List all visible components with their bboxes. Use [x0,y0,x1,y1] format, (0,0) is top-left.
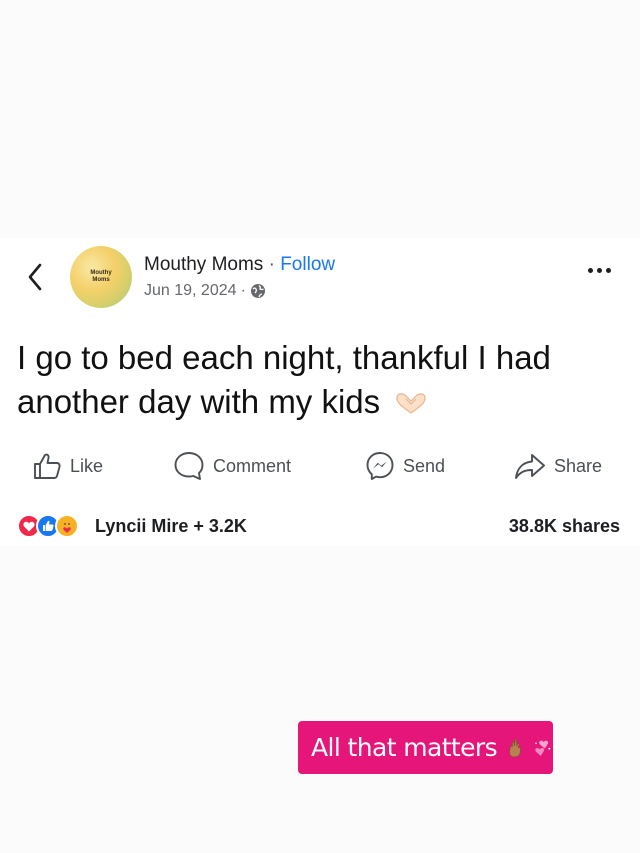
crossed-fingers-emoji [509,738,522,757]
meta-separator: · [240,282,246,299]
post-text: I go to bed each night, thankful I had a… [17,336,627,424]
post-card: Mouthy Moms Mouthy Moms · Follow Jun 19,… [0,238,640,546]
caption-text: All that matters [311,733,498,762]
more-dot-icon [588,268,593,273]
comment-button[interactable]: Comment [173,450,291,482]
share-count[interactable]: 38.8K shares [509,516,620,537]
chevron-left-icon [28,263,42,291]
avatar[interactable]: Mouthy Moms [70,246,132,308]
more-options-button[interactable] [588,268,611,273]
reaction-icons[interactable] [17,514,79,538]
author-name[interactable]: Mouthy Moms [144,254,263,275]
globe-icon [250,284,265,298]
caption-overlay: All that matters [298,721,553,774]
send-button[interactable]: Send [365,450,445,482]
action-bar: Like Comment Send Share [0,450,640,482]
messenger-icon [366,452,394,480]
back-button[interactable] [20,260,50,294]
send-label: Send [403,455,446,476]
share-button[interactable]: Share [514,450,602,482]
more-dot-icon [597,268,602,273]
like-button[interactable]: Like [32,450,103,482]
post-date[interactable]: Jun 19, 2024 [144,282,237,300]
comment-label: Comment [213,455,292,476]
post-meta: Jun 19, 2024 · [144,282,266,300]
two-hearts-emoji [535,740,551,756]
avatar-logo-text: Mouthy Moms [90,270,112,283]
share-label: Share [554,455,603,476]
reaction-summary[interactable]: Lyncii Mire + 3.2K [95,516,247,537]
share-arrow-icon [515,454,545,479]
care-reaction-icon [55,514,79,538]
comment-bubble-icon [174,452,204,480]
follow-button[interactable]: Follow [280,254,335,275]
heart-hands-emoji [396,393,426,414]
thumbs-up-icon [34,453,61,479]
more-dot-icon [606,268,611,273]
header-separator: · [268,254,275,275]
like-label: Like [70,455,104,476]
post-header: Mouthy Moms · Follow [144,254,335,276]
engagement-summary: Lyncii Mire + 3.2K 38.8K shares [0,512,640,540]
post-body: I go to bed each night, thankful I had a… [17,339,551,420]
